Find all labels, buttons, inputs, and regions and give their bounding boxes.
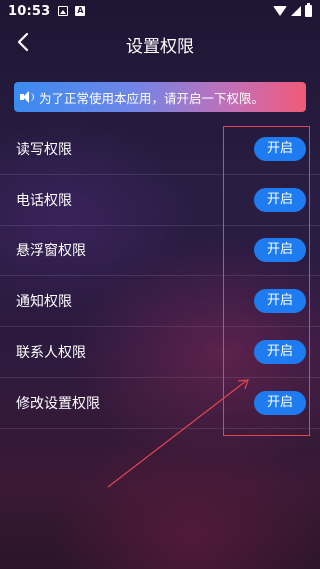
permission-label: 悬浮窗权限 bbox=[16, 243, 86, 260]
notice-text: 为了正常使用本应用，请开启一下权限。 bbox=[39, 90, 265, 106]
permission-label: 联系人权限 bbox=[16, 345, 86, 362]
wifi-icon bbox=[273, 6, 287, 16]
speaker-icon bbox=[20, 91, 34, 103]
page-title: 设置权限 bbox=[126, 37, 194, 57]
title-bar: 设置权限 bbox=[0, 22, 320, 66]
status-right bbox=[273, 3, 312, 17]
permission-label: 通知权限 bbox=[16, 294, 72, 311]
a-icon: A bbox=[75, 6, 86, 16]
permission-label: 读写权限 bbox=[16, 141, 72, 158]
annotation-highlight-box bbox=[223, 126, 310, 436]
notice-banner: 为了正常使用本应用，请开启一下权限。 bbox=[14, 82, 306, 112]
battery-icon bbox=[305, 3, 312, 17]
image-icon bbox=[58, 6, 69, 16]
status-bar: 10:53 A bbox=[0, 0, 320, 22]
status-time: 10:53 bbox=[8, 3, 51, 19]
permission-label: 修改设置权限 bbox=[16, 395, 100, 412]
permission-label: 电话权限 bbox=[16, 192, 72, 209]
signal-icon bbox=[291, 6, 301, 16]
